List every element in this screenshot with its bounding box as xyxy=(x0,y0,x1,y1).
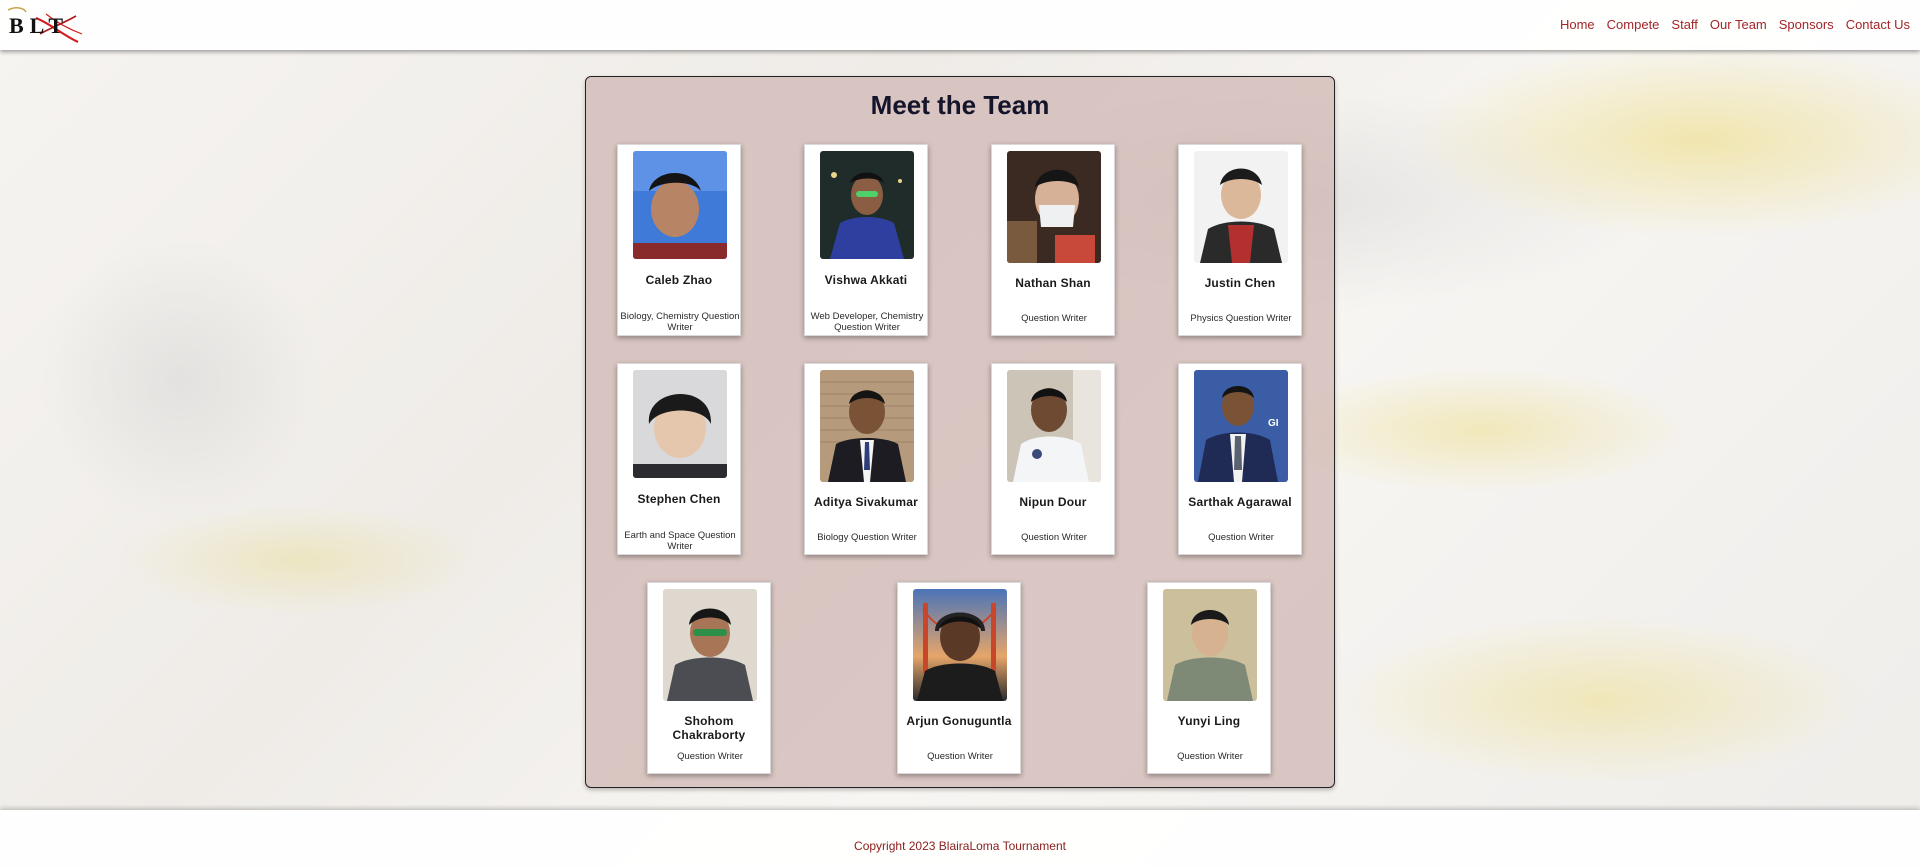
site-footer: Copyright 2023 BlairaLoma Tournament xyxy=(0,810,1920,867)
team-card: Stephen Chen Earth and Space Question Wr… xyxy=(617,363,741,555)
member-name: Nipun Dour xyxy=(1019,495,1087,509)
nav-link-contact-us[interactable]: Contact Us xyxy=(1846,17,1910,32)
member-name: Stephen Chen xyxy=(637,492,721,506)
site-logo[interactable]: BLT xyxy=(6,4,84,46)
member-role: Web Developer, Chemistry Question Writer xyxy=(810,311,924,333)
member-photo xyxy=(1194,151,1288,263)
team-card: Nathan Shan Question Writer xyxy=(991,144,1115,336)
nav-link-our-team[interactable]: Our Team xyxy=(1710,17,1767,32)
member-photo xyxy=(1007,370,1101,482)
member-role: Question Writer xyxy=(927,751,993,762)
copyright-text: Copyright 2023 BlairaLoma Tournament xyxy=(854,839,1066,853)
site-header: BLT Home Compete Staff Our Team Sponsors… xyxy=(0,0,1920,50)
member-role: Question Writer xyxy=(1021,313,1087,324)
member-role: Earth and Space Question Writer xyxy=(624,530,736,552)
member-name: Justin Chen xyxy=(1204,276,1276,290)
member-role: Biology Question Writer xyxy=(817,532,917,543)
member-photo xyxy=(633,370,727,478)
member-photo: GI xyxy=(1194,370,1288,482)
member-name: Arjun Gonuguntla xyxy=(906,714,1012,728)
member-photo xyxy=(1163,589,1257,701)
team-card: Aditya Sivakumar Biology Question Writer xyxy=(804,363,928,555)
member-name: Aditya Sivakumar xyxy=(814,495,918,509)
team-card: Yunyi Ling Question Writer xyxy=(1147,582,1271,774)
team-panel: Meet the Team Caleb Zhao Biology, Chemis… xyxy=(585,76,1335,788)
member-photo xyxy=(820,370,914,482)
member-photo xyxy=(913,589,1007,701)
member-photo xyxy=(1007,151,1101,263)
member-name: Caleb Zhao xyxy=(645,273,713,287)
member-photo xyxy=(820,151,914,259)
member-role: Biology, Chemistry Question Writer xyxy=(620,311,740,333)
member-photo xyxy=(633,151,727,259)
svg-text:GI: GI xyxy=(1268,418,1279,429)
member-role: Question Writer xyxy=(1021,532,1087,543)
member-role: Question Writer xyxy=(677,751,743,762)
member-role: Physics Question Writer xyxy=(1190,313,1292,324)
team-card: Arjun Gonuguntla Question Writer xyxy=(897,582,1021,774)
team-card: Caleb Zhao Biology, Chemistry Question W… xyxy=(617,144,741,336)
main-nav: Home Compete Staff Our Team Sponsors Con… xyxy=(1548,17,1910,32)
nav-link-compete[interactable]: Compete xyxy=(1607,17,1660,32)
member-name: Shohom Chakraborty xyxy=(672,714,746,742)
member-name: Sarthak Agarawal xyxy=(1188,495,1292,509)
member-role: Question Writer xyxy=(1208,532,1274,543)
member-name: Yunyi Ling xyxy=(1177,714,1241,728)
member-name: Nathan Shan xyxy=(1015,276,1091,290)
nav-link-home[interactable]: Home xyxy=(1560,17,1595,32)
member-role: Question Writer xyxy=(1177,751,1243,762)
team-card: Justin Chen Physics Question Writer xyxy=(1178,144,1302,336)
logo-text: BLT xyxy=(9,13,70,38)
nav-link-staff[interactable]: Staff xyxy=(1671,17,1698,32)
team-card: GI Sarthak Agarawal Question Writer xyxy=(1178,363,1302,555)
nav-link-sponsors[interactable]: Sponsors xyxy=(1779,17,1834,32)
member-name: Vishwa Akkati xyxy=(824,273,908,287)
member-photo xyxy=(663,589,757,701)
page-title: Meet the Team xyxy=(870,90,1050,120)
team-card: Nipun Dour Question Writer xyxy=(991,363,1115,555)
team-card: Vishwa Akkati Web Developer, Chemistry Q… xyxy=(804,144,928,336)
team-card: Shohom Chakraborty Question Writer xyxy=(647,582,771,774)
